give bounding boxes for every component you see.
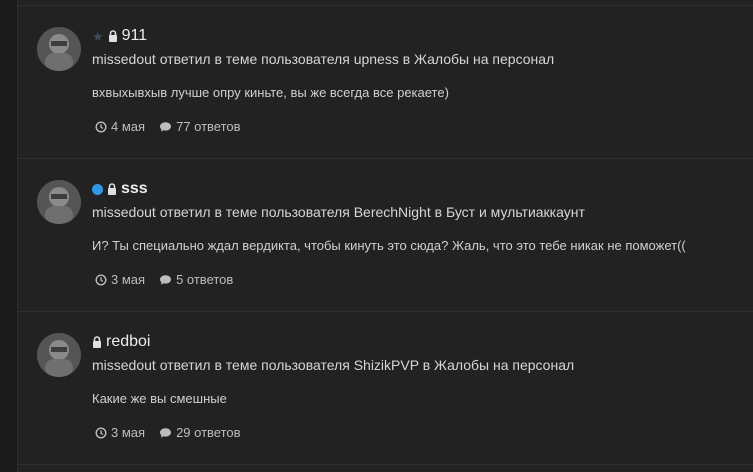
clock-icon [95,121,107,133]
post-date[interactable]: 3 мая [111,425,145,441]
post-date[interactable]: 4 мая [111,119,145,135]
lock-icon [107,183,117,195]
message-snippet[interactable]: вхвыхывхыв лучше опру киньте, вы же всег… [92,85,449,101]
avatar[interactable] [37,180,81,224]
feed-item: redboi missedout ответил в теме пользова… [18,312,753,465]
action-text[interactable]: missedout ответил в теме пользователя Be… [92,203,585,221]
item-meta: 4 мая 77 ответов [95,119,241,135]
replies-meta: 77 ответов [159,119,241,135]
item-meta: 3 мая 29 ответов [95,425,241,441]
clock-icon [95,427,107,439]
clock-icon [95,274,107,286]
comment-icon [159,274,172,286]
action-text[interactable]: missedout ответил в теме пользователя Sh… [92,356,574,374]
page: ★ 911 missedout ответил в теме пользоват… [0,0,753,472]
item-header: sss [92,179,148,199]
replies-meta: 29 ответов [159,425,241,441]
reply-count: 77 ответов [176,119,241,134]
item-header: redboi [92,332,150,352]
star-icon: ★ [92,28,104,44]
activity-feed: ★ 911 missedout ответил в теме пользоват… [17,0,753,472]
message-snippet[interactable]: Какие же вы смешные [92,391,227,407]
reply-count: 29 ответов [176,425,241,440]
item-meta: 3 мая 5 ответов [95,272,233,288]
lock-icon [92,336,102,348]
reply-count: 5 ответов [176,272,234,287]
username-link[interactable]: 911 [122,26,148,46]
date-meta: 3 мая [95,272,145,288]
avatar[interactable] [37,333,81,377]
comment-icon [159,427,172,439]
comment-icon [159,121,172,133]
replies-meta: 5 ответов [159,272,233,288]
lock-icon [108,30,118,42]
item-header: ★ 911 [92,26,147,46]
username-link[interactable]: redboi [106,332,150,352]
online-status-dot [92,183,103,195]
date-meta: 3 мая [95,425,145,441]
username-link[interactable]: sss [121,179,148,199]
post-date[interactable]: 3 мая [111,272,145,288]
avatar[interactable] [37,27,81,71]
action-text[interactable]: missedout ответил в теме пользователя up… [92,50,554,68]
feed-item: ★ 911 missedout ответил в теме пользоват… [18,6,753,159]
feed-item: sss missedout ответил в теме пользовател… [18,159,753,312]
message-snippet[interactable]: И? Ты специально ждал вердикта, чтобы ки… [92,238,686,254]
date-meta: 4 мая [95,119,145,135]
